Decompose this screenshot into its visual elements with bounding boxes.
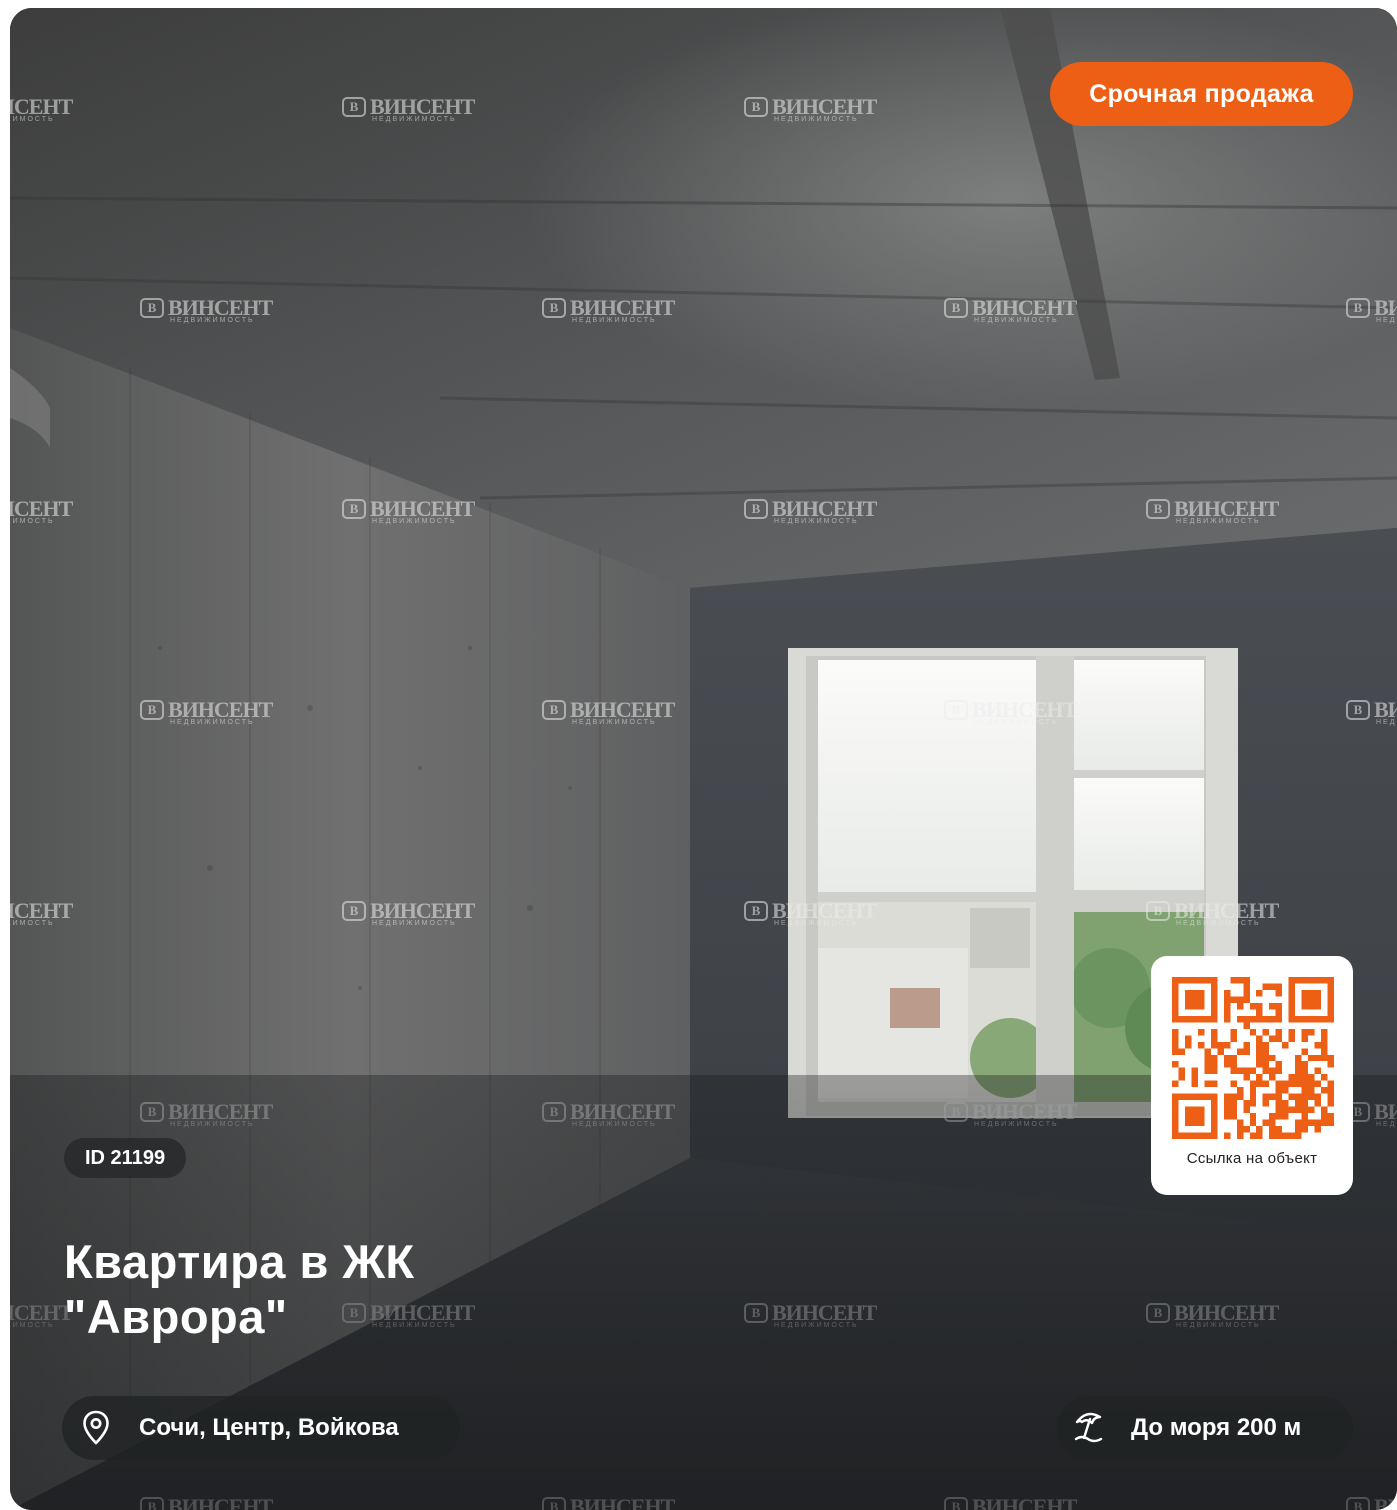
urgent-sale-badge: Срочная продажа <box>1050 62 1353 126</box>
address-text: Сочи, Центр, Войкова <box>139 1414 399 1441</box>
listing-id-badge: ID 21199 <box>64 1138 187 1178</box>
title-line-2: "Аврора" <box>64 1290 288 1343</box>
qr-link-card[interactable]: Ссылка на объект <box>1151 956 1353 1195</box>
sea-distance-text: До моря 200 м <box>1131 1414 1302 1441</box>
qr-code-icon[interactable] <box>1172 977 1334 1139</box>
title-line-1: Квартира в ЖК <box>64 1235 415 1288</box>
address-chip: Сочи, Центр, Войкова <box>62 1396 460 1460</box>
listing-card[interactable]: BВИНСЕНТНЕДВИЖИМОСТЬBВИНСЕНТНЕДВИЖИМОСТЬ… <box>10 8 1397 1510</box>
listing-title[interactable]: Квартира в ЖК "Аврора" <box>64 1234 584 1344</box>
sea-distance-chip: До моря 200 м <box>1057 1396 1353 1460</box>
qr-caption: Ссылка на объект <box>1186 1150 1318 1167</box>
map-pin-icon <box>83 1410 109 1445</box>
beach-umbrella-icon <box>1074 1412 1103 1443</box>
